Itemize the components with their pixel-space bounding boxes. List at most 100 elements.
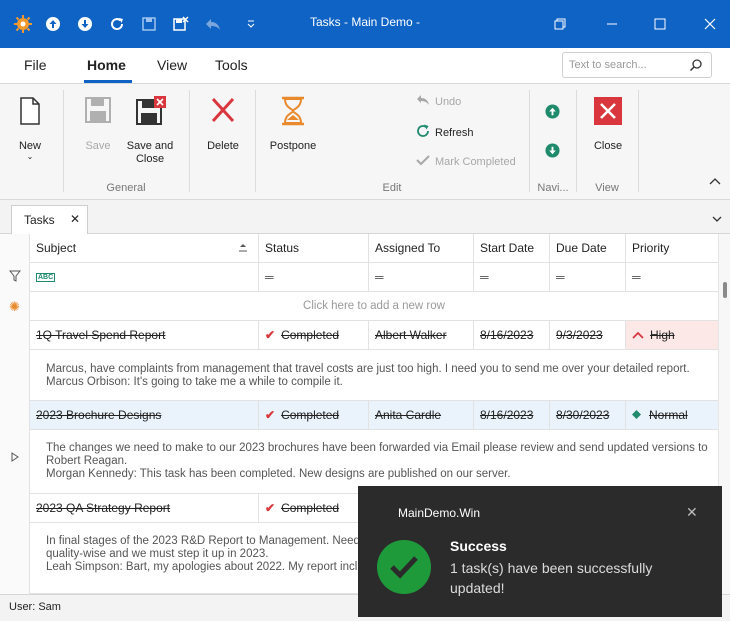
filter-due-date[interactable]: ═ xyxy=(550,263,626,291)
filter-icon xyxy=(8,270,21,285)
hourglass-icon xyxy=(266,96,320,130)
minimize-icon[interactable] xyxy=(600,12,624,36)
cell-subject[interactable]: 1Q Travel Spend Report xyxy=(30,321,259,349)
collapse-ribbon-icon[interactable] xyxy=(709,174,721,188)
scrollbar-thumb[interactable] xyxy=(723,282,727,298)
group-label-navigation: Navi... xyxy=(537,182,569,194)
maximize-icon[interactable] xyxy=(648,12,672,36)
filter-equals-icon[interactable]: ═ xyxy=(265,270,274,284)
search-icon[interactable] xyxy=(689,58,703,75)
refresh-icon xyxy=(416,124,430,141)
row-indicator xyxy=(0,321,30,409)
sort-ascending-icon xyxy=(238,242,248,256)
tab-home[interactable]: Home xyxy=(87,57,126,73)
toast-title: Success xyxy=(450,538,507,554)
completed-check-icon: ✔ xyxy=(265,328,276,342)
undo-icon xyxy=(416,94,430,109)
new-item-row[interactable]: ✺ Click here to add a new row xyxy=(0,292,718,321)
cell-priority[interactable]: Normal xyxy=(626,401,718,429)
filter-condition-text-icon[interactable]: ABC xyxy=(36,272,56,282)
tab-list-dropdown-icon[interactable] xyxy=(712,212,722,226)
cell-status[interactable]: ✔ Completed xyxy=(259,321,369,349)
save-and-close-button[interactable]: Save and Close xyxy=(122,96,178,166)
row-indicator xyxy=(0,401,30,494)
divider xyxy=(638,90,639,192)
arrow-up-icon xyxy=(545,104,560,122)
close-tab-icon[interactable]: ✕ xyxy=(70,212,80,226)
cell-assigned-to[interactable]: Albert Walker xyxy=(369,321,474,349)
mark-completed-label: Mark Completed xyxy=(435,155,516,168)
filter-subject[interactable]: ABC xyxy=(30,263,259,291)
filter-equals-icon[interactable]: ═ xyxy=(632,270,641,284)
save-and-close-icon xyxy=(122,96,178,130)
filter-equals-icon[interactable]: ═ xyxy=(556,270,565,284)
close-window-icon[interactable] xyxy=(698,12,722,36)
focused-row-indicator-icon xyxy=(11,451,19,465)
status-text: Completed xyxy=(281,501,340,515)
row-preview: Marcus, have complaints from management … xyxy=(30,350,718,401)
column-header-priority[interactable]: Priority xyxy=(626,234,718,262)
filter-priority[interactable]: ═ xyxy=(626,263,718,291)
close-box-icon xyxy=(588,96,628,130)
save-button[interactable]: Save xyxy=(78,96,118,152)
search-input[interactable]: Text to search... xyxy=(562,52,712,78)
cell-priority[interactable]: High xyxy=(626,321,718,349)
group-label-general: General xyxy=(106,182,146,194)
toast-close-icon[interactable]: ✕ xyxy=(686,504,698,521)
new-row-hint[interactable]: Click here to add a new row xyxy=(30,300,718,312)
table-row-focused[interactable]: 2023 Brochure Designs ✔ Completed Anita … xyxy=(0,401,718,494)
divider xyxy=(529,90,530,192)
filter-equals-icon[interactable]: ═ xyxy=(480,270,489,284)
arrow-down-icon xyxy=(545,143,560,161)
priority-text: Normal xyxy=(649,408,688,422)
tab-tools[interactable]: Tools xyxy=(215,57,248,73)
column-header-subject[interactable]: Subject xyxy=(30,234,259,262)
undo-button[interactable]: Undo xyxy=(416,94,461,109)
cell-subject[interactable]: 2023 QA Strategy Report xyxy=(30,494,259,522)
filter-equals-icon[interactable]: ═ xyxy=(375,270,384,284)
checkmark-icon xyxy=(416,154,430,169)
auto-filter-row: ABC ═ ═ ═ ═ ═ xyxy=(0,263,718,292)
cell-start-date[interactable]: 8/16/2023 xyxy=(474,321,550,349)
column-header-status[interactable]: Status xyxy=(259,234,369,262)
refresh-button[interactable]: Refresh xyxy=(416,124,474,141)
tab-tasks[interactable]: Tasks ✕ xyxy=(11,205,88,234)
mark-completed-button[interactable]: Mark Completed xyxy=(416,154,516,169)
status-text: Completed xyxy=(281,408,340,422)
preview-line: Robert Reagan. xyxy=(46,455,128,467)
cell-status[interactable]: ✔ Completed xyxy=(259,494,369,522)
undo-label: Undo xyxy=(435,95,462,108)
column-header-start-date[interactable]: Start Date xyxy=(474,234,550,262)
save-label: Save xyxy=(85,140,111,152)
table-row[interactable]: 1Q Travel Spend Report ✔ Completed Alber… xyxy=(0,321,718,409)
cell-start-date[interactable]: 8/16/2023 xyxy=(474,401,550,429)
column-header-due-date[interactable]: Due Date xyxy=(550,234,626,262)
filter-status[interactable]: ═ xyxy=(259,263,369,291)
delete-button[interactable]: Delete xyxy=(203,96,243,152)
delete-label: Delete xyxy=(207,140,239,152)
cell-status[interactable]: ✔ Completed xyxy=(259,401,369,429)
filter-assigned-to[interactable]: ═ xyxy=(369,263,474,291)
tab-tasks-label: Tasks xyxy=(24,213,55,227)
postpone-button[interactable]: Postpone xyxy=(266,96,320,152)
title-bar: Tasks - Main Demo - xyxy=(0,0,730,48)
new-button[interactable]: New ⌄ xyxy=(10,96,50,162)
toast-notification[interactable]: MainDemo.Win ✕ Success 1 task(s) have be… xyxy=(358,486,722,617)
next-record-button[interactable] xyxy=(545,143,560,161)
delete-x-icon xyxy=(203,96,243,130)
status-text: Completed xyxy=(281,328,340,342)
tab-view[interactable]: View xyxy=(157,57,187,73)
cell-due-date[interactable]: 9/3/2023 xyxy=(550,321,626,349)
close-button[interactable]: Close xyxy=(588,96,628,152)
tab-file[interactable]: File xyxy=(24,57,47,73)
column-header-assigned-to[interactable]: Assigned To xyxy=(369,234,474,262)
restore-icon[interactable] xyxy=(548,12,572,36)
priority-normal-icon xyxy=(632,408,641,422)
previous-record-button[interactable] xyxy=(545,104,560,122)
group-label-edit: Edit xyxy=(382,182,402,194)
filter-start-date[interactable]: ═ xyxy=(474,263,550,291)
cell-subject[interactable]: 2023 Brochure Designs xyxy=(30,401,259,429)
cell-assigned-to[interactable]: Anita Cardle xyxy=(369,401,474,429)
save-and-close-label: Save and Close xyxy=(126,140,174,165)
cell-due-date[interactable]: 8/30/2023 xyxy=(550,401,626,429)
